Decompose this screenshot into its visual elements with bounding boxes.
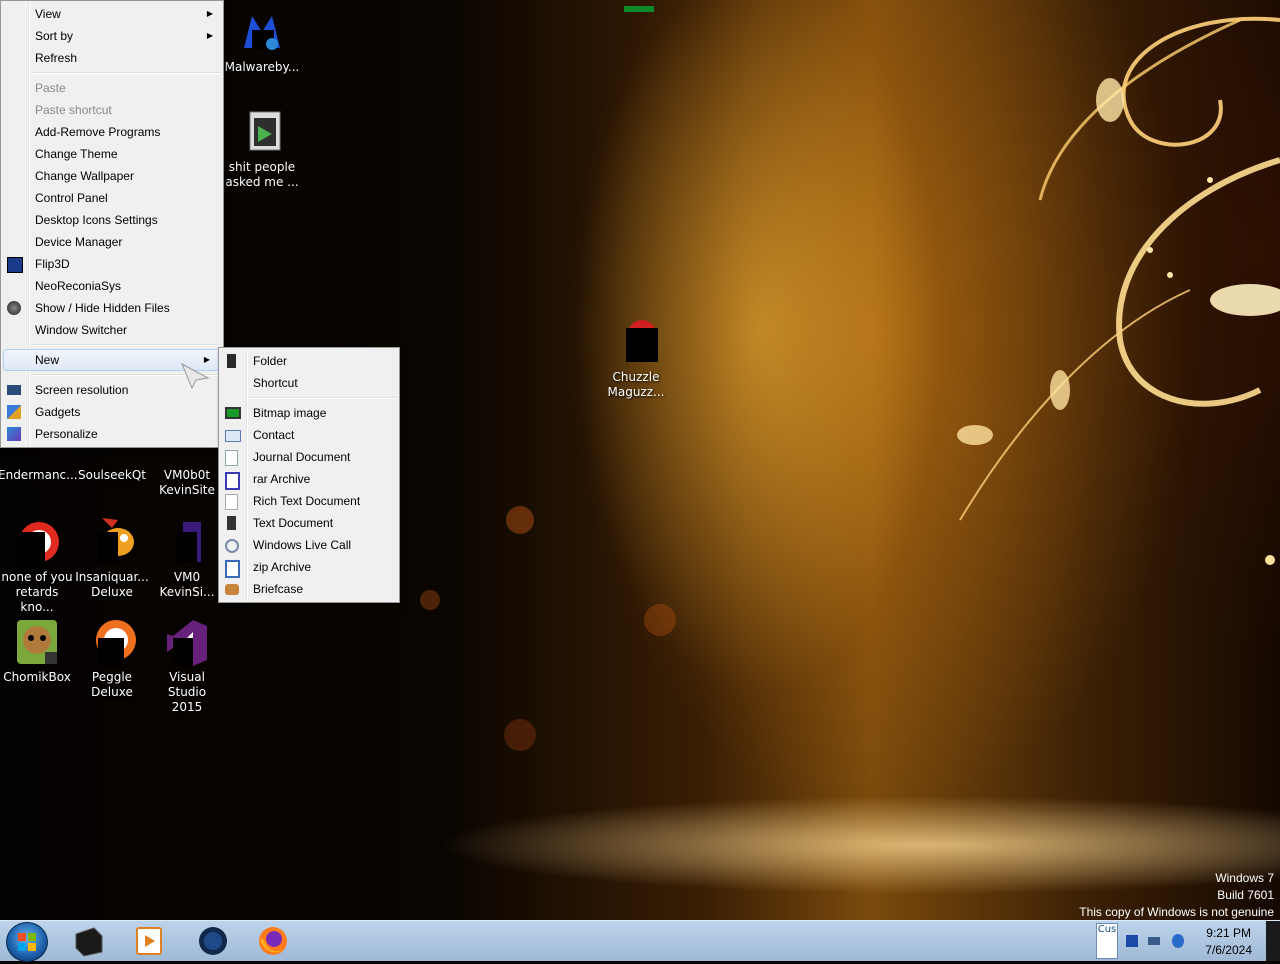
folder-icon bbox=[238, 108, 286, 156]
live-call-icon bbox=[225, 539, 239, 553]
new-bitmap-image[interactable]: Bitmap image bbox=[219, 402, 399, 424]
tray-display-icon[interactable] bbox=[1148, 937, 1160, 945]
menu-refresh[interactable]: Refresh bbox=[1, 47, 223, 69]
black-box-app-icon bbox=[75, 927, 103, 957]
watermark-genuine-notice: This copy of Windows is not genuine bbox=[1079, 905, 1274, 919]
menu-show-hide-hidden-files[interactable]: Show / Hide Hidden Files bbox=[1, 297, 223, 319]
menu-add-remove-programs[interactable]: Add-Remove Programs bbox=[1, 121, 223, 143]
submenu-arrow-icon: ▶ bbox=[206, 31, 213, 40]
folder-icon bbox=[227, 354, 236, 368]
menu-paste-shortcut[interactable]: Paste shortcut bbox=[1, 99, 223, 121]
gadgets-icon bbox=[7, 405, 21, 419]
new-zip-archive[interactable]: zip Archive bbox=[219, 556, 399, 578]
taskbar-firefox[interactable] bbox=[256, 924, 290, 958]
new-contact[interactable]: Contact bbox=[219, 424, 399, 446]
peggle-icon bbox=[88, 618, 136, 666]
taskbar-globe-browser[interactable] bbox=[196, 924, 230, 958]
journal-icon bbox=[225, 450, 238, 466]
rich-text-icon bbox=[225, 494, 238, 510]
menu-change-theme[interactable]: Change Theme bbox=[1, 143, 223, 165]
menu-window-switcher[interactable]: Window Switcher bbox=[1, 319, 223, 341]
malwarebytes-icon bbox=[238, 8, 286, 56]
menu-view[interactable]: View ▶ bbox=[1, 3, 223, 25]
menu-separator bbox=[249, 397, 397, 399]
menu-sort-by[interactable]: Sort by ▶ bbox=[1, 25, 223, 47]
new-rich-text-document[interactable]: Rich Text Document bbox=[219, 490, 399, 512]
icon-chomikbox[interactable]: ChomikBox bbox=[0, 618, 75, 685]
taskbar-black-box-app[interactable] bbox=[72, 924, 106, 958]
zip-icon bbox=[225, 560, 240, 578]
watermark-os-name: Windows 7 bbox=[1215, 871, 1274, 885]
icon-none-of-you[interactable]: none of you retards kno... bbox=[0, 518, 75, 615]
personalize-icon bbox=[7, 427, 21, 441]
icon-folder-people[interactable]: shit people asked me ... bbox=[224, 108, 300, 190]
start-button[interactable] bbox=[6, 922, 48, 962]
chomikbox-icon bbox=[13, 618, 61, 666]
icon-insaniquarium[interactable]: Insaniquar... Deluxe bbox=[74, 518, 150, 600]
globe-browser-icon bbox=[199, 927, 227, 955]
menu-flip3d[interactable]: Flip3D bbox=[1, 253, 223, 275]
taskbar-media-player[interactable] bbox=[132, 924, 166, 958]
watermark-build: Build 7601 bbox=[1217, 888, 1274, 902]
new-text-document[interactable]: Text Document bbox=[219, 512, 399, 534]
menu-device-manager[interactable]: Device Manager bbox=[1, 231, 223, 253]
chuzzle-icon bbox=[612, 318, 660, 366]
clock-time: 9:21 PM bbox=[1206, 926, 1251, 940]
menu-paste[interactable]: Paste bbox=[1, 77, 223, 99]
system-tray: Cus 9:21 PM 7/6/2024 bbox=[1090, 921, 1280, 961]
icon-visual-studio[interactable]: Visual Studio 2015 bbox=[149, 618, 225, 715]
contact-icon bbox=[225, 430, 241, 442]
icon-vm0-kevinsi[interactable]: VM0 KevinSi... bbox=[149, 518, 225, 600]
new-windows-live-call[interactable]: Windows Live Call bbox=[219, 534, 399, 556]
menu-gadgets[interactable]: Gadgets bbox=[1, 401, 223, 423]
visual-studio-icon bbox=[163, 618, 211, 666]
new-rar-archive[interactable]: rar Archive bbox=[219, 468, 399, 490]
firefox-icon bbox=[259, 927, 287, 955]
menu-desktop-icons-settings[interactable]: Desktop Icons Settings bbox=[1, 209, 223, 231]
clock-date: 7/6/2024 bbox=[1205, 943, 1252, 957]
text-document-icon bbox=[227, 516, 236, 530]
new-briefcase[interactable]: Briefcase bbox=[219, 578, 399, 600]
new-submenu: Folder Shortcut Bitmap image Contact Jou… bbox=[218, 347, 400, 603]
screen-resolution-icon bbox=[7, 385, 21, 395]
tray-network-icon[interactable] bbox=[1126, 935, 1138, 947]
menu-separator bbox=[31, 72, 221, 74]
menu-control-panel[interactable]: Control Panel bbox=[1, 187, 223, 209]
menu-personalize[interactable]: Personalize bbox=[1, 423, 223, 445]
genuine-watermark: Windows 7 Build 7601 This copy of Window… bbox=[1079, 870, 1274, 921]
app-icon bbox=[163, 518, 211, 566]
insaniquarium-icon bbox=[88, 518, 136, 566]
bitmap-icon bbox=[225, 407, 241, 419]
tray-volume-icon[interactable] bbox=[1172, 934, 1184, 948]
mouse-cursor-icon bbox=[180, 362, 210, 390]
new-journal-document[interactable]: Journal Document bbox=[219, 446, 399, 468]
flip3d-icon bbox=[7, 257, 23, 273]
hidden-files-icon bbox=[7, 301, 21, 315]
app-icon bbox=[13, 518, 61, 566]
show-desktop-button[interactable] bbox=[1266, 921, 1280, 961]
briefcase-icon bbox=[225, 584, 239, 595]
menu-change-wallpaper[interactable]: Change Wallpaper bbox=[1, 165, 223, 187]
taskbar: Cus 9:21 PM 7/6/2024 bbox=[0, 920, 1280, 962]
icon-chuzzle[interactable]: Chuzzle Maguzz... bbox=[598, 318, 674, 400]
windows-logo-icon bbox=[18, 933, 36, 951]
menu-neoreconiasys[interactable]: NeoReconiaSys bbox=[1, 275, 223, 297]
media-player-icon bbox=[136, 927, 162, 955]
rar-icon bbox=[225, 472, 240, 490]
new-folder[interactable]: Folder bbox=[219, 350, 399, 372]
submenu-arrow-icon: ▶ bbox=[206, 9, 213, 18]
icon-peggle[interactable]: Peggle Deluxe bbox=[74, 618, 150, 700]
menu-separator bbox=[31, 344, 221, 346]
tray-input-indicator[interactable]: Cus bbox=[1096, 923, 1118, 959]
icon-malwarebytes[interactable]: Malwareby... bbox=[224, 8, 300, 75]
new-shortcut[interactable]: Shortcut bbox=[219, 372, 399, 394]
taskbar-clock[interactable]: 9:21 PM 7/6/2024 bbox=[1205, 925, 1252, 959]
